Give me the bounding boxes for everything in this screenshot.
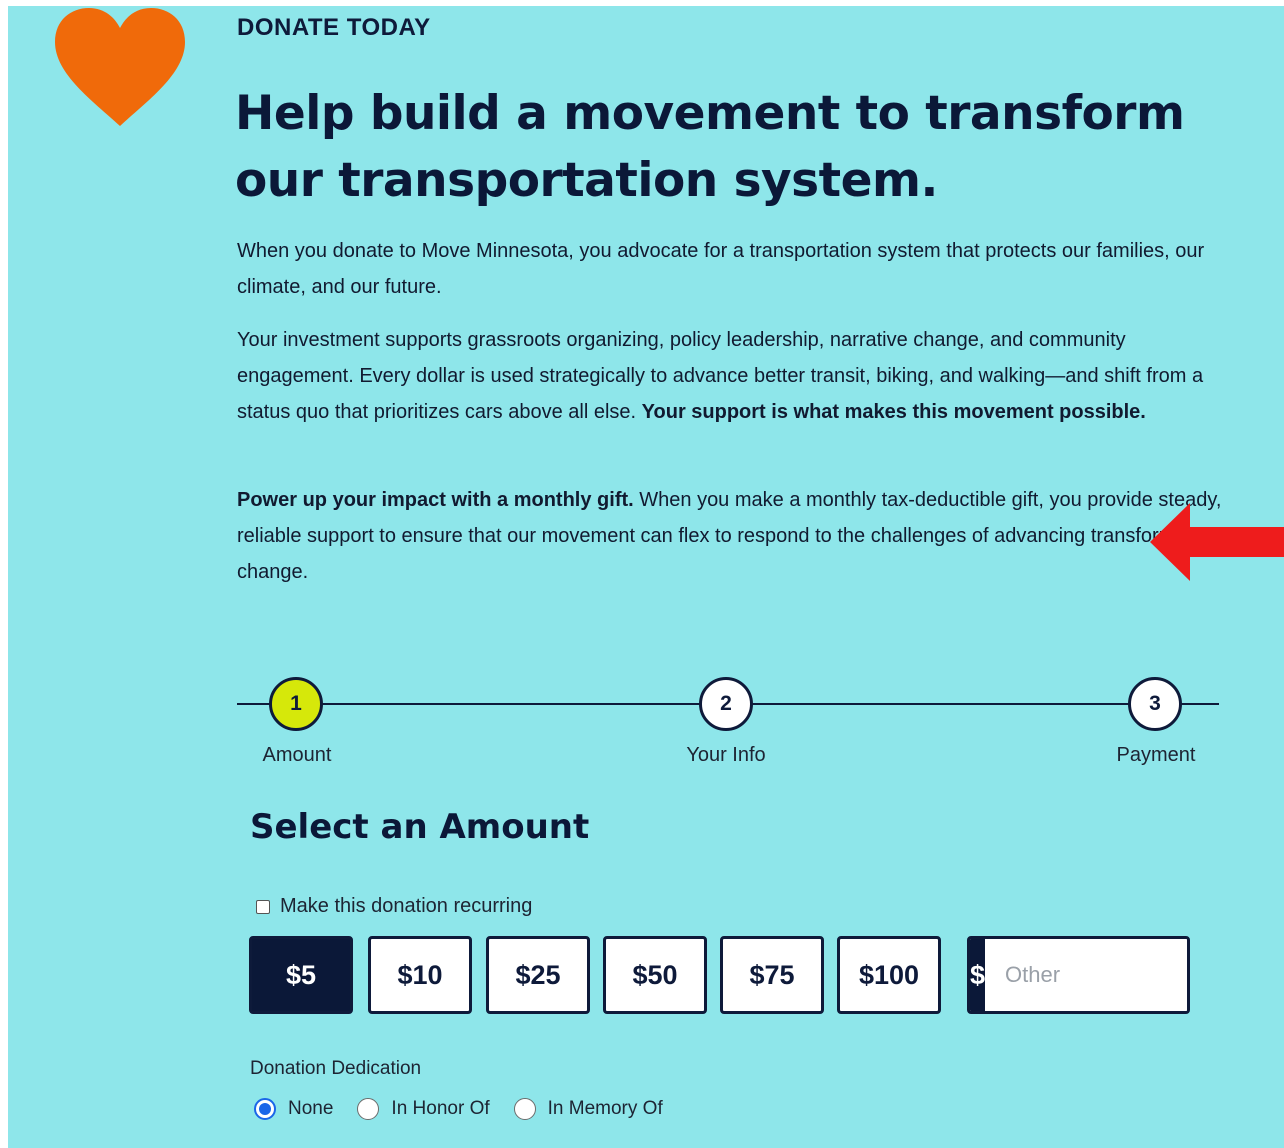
currency-symbol: $ (970, 939, 986, 1011)
intro-paragraph-2: Your investment supports grassroots orga… (237, 322, 1227, 430)
heart-icon (55, 8, 185, 126)
section-title: Select an Amount (250, 807, 590, 847)
radio-none-label: None (288, 1098, 334, 1119)
radio-in-honor-of-label: In Honor Of (391, 1098, 490, 1119)
red-arrow-icon (1150, 503, 1284, 581)
radio-none[interactable] (254, 1098, 276, 1120)
step-1-indicator[interactable]: 1 (269, 677, 323, 731)
other-amount-group: $ (967, 936, 1190, 1014)
radio-in-memory-of-label: In Memory Of (547, 1098, 663, 1119)
progress-stepper: 1 2 3 Amount Your Info Payment (237, 674, 1219, 774)
amount-button-25[interactable]: $25 (486, 936, 590, 1014)
intro-paragraph-3-emphasis: Power up your impact with a monthly gift… (237, 489, 634, 511)
recurring-option[interactable]: Make this donation recurring (256, 895, 532, 918)
dedication-option-in-honor-of[interactable]: In Honor Of (357, 1098, 490, 1120)
other-amount-input[interactable] (985, 939, 1187, 1011)
step-3-indicator[interactable]: 3 (1128, 677, 1182, 731)
amount-button-5[interactable]: $5 (249, 936, 353, 1014)
recurring-label: Make this donation recurring (280, 895, 533, 917)
step-3-label: Payment (1116, 744, 1196, 766)
page-headline: Help build a movement to transform our t… (235, 86, 1185, 208)
step-2-label: Your Info (686, 744, 766, 766)
intro-paragraph-1: When you donate to Move Minnesota, you a… (237, 240, 1205, 298)
dedication-option-none[interactable]: None (254, 1098, 333, 1120)
radio-in-memory-of[interactable] (513, 1098, 536, 1120)
dedication-option-in-memory-of[interactable]: In Memory Of (513, 1098, 663, 1120)
step-2-indicator[interactable]: 2 (699, 677, 753, 731)
radio-in-honor-of[interactable] (357, 1098, 380, 1120)
step-1-label: Amount (262, 744, 332, 766)
dedication-options: None In Honor Of In Memory Of (254, 1098, 687, 1120)
amount-button-50[interactable]: $50 (603, 936, 707, 1014)
intro-paragraph-2-emphasis: Your support is what makes this movement… (641, 401, 1146, 423)
dedication-label: Donation Dedication (250, 1058, 422, 1079)
amount-button-100[interactable]: $100 (837, 936, 941, 1014)
intro-paragraph-3: Power up your impact with a monthly gift… (237, 482, 1227, 590)
eyebrow-label: DONATE TODAY (237, 14, 431, 41)
recurring-checkbox[interactable] (256, 899, 270, 914)
amount-button-75[interactable]: $75 (720, 936, 824, 1014)
amount-button-10[interactable]: $10 (368, 936, 472, 1014)
